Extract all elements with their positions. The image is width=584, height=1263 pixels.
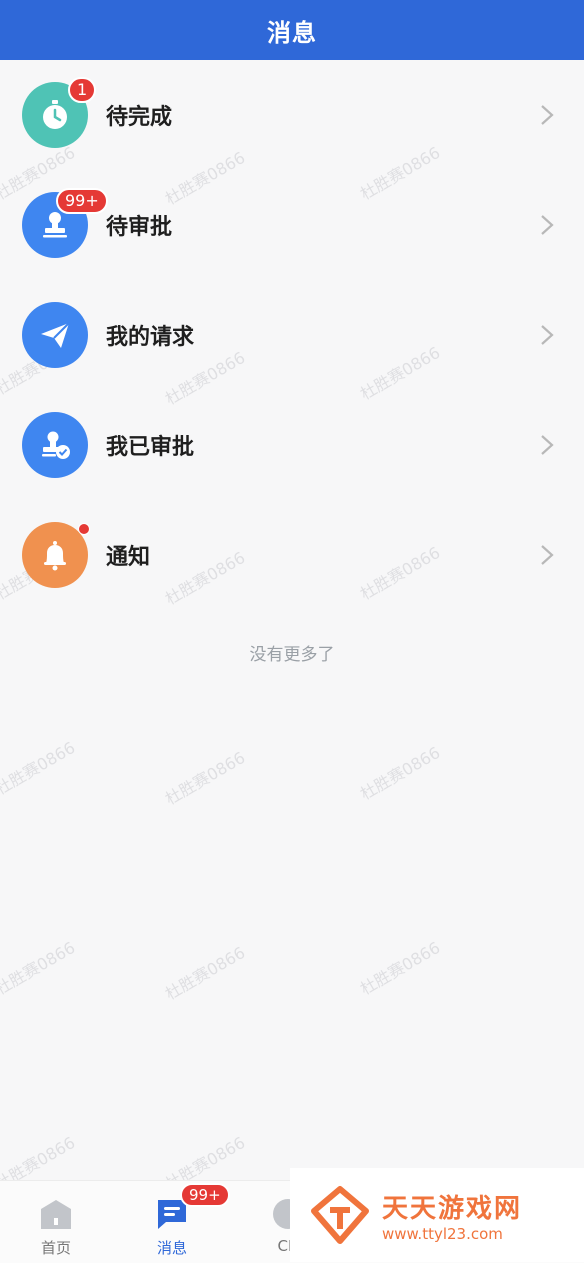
tab-messages[interactable]: 99+ 消息 [122,1181,230,1263]
site-logo-icon [310,1185,370,1245]
no-more-text: 没有更多了 [249,645,335,665]
tab-home[interactable]: 首页 [6,1181,106,1263]
chevron-right-icon [540,104,556,126]
item-label: 待完成 [106,105,173,130]
list-item-notifications[interactable]: 通知 [0,500,584,610]
watermark: 杜胜赛0866 [0,737,79,799]
chevron-right-icon [540,544,556,566]
watermark: 杜胜赛0866 [356,937,444,999]
tab-label: 首页 [40,1239,71,1257]
watermark: 杜胜赛0866 [0,937,79,999]
count-badge: 99+ [180,1183,230,1207]
site-url: www.ttyl23.com [382,1224,503,1243]
watermark: 杜胜赛0866 [161,942,249,1004]
stamp-check-icon [22,412,88,478]
count-badge: 1 [68,77,97,103]
top-navbar: 消息 [0,0,584,60]
page-title: 消息 [267,18,317,47]
site-watermark-banner: 天天游戏网 www.ttyl23.com [290,1168,584,1262]
list-item-my-requests[interactable]: 我的请求 [0,280,584,390]
item-label: 我的请求 [106,325,195,350]
message-category-list: 1 待完成 99+ 待审批 我的请求 我已审批 通知 [0,60,584,610]
list-item-to-approve[interactable]: 99+ 待审批 [0,170,584,280]
item-label: 我已审批 [106,435,195,460]
item-label: 待审批 [106,215,173,240]
item-label: 通知 [106,545,151,570]
chevron-right-icon [540,214,556,236]
list-item-pending[interactable]: 1 待完成 [0,60,584,170]
home-icon [39,1197,73,1231]
tab-label: 消息 [156,1239,187,1257]
watermark: 杜胜赛0866 [161,747,249,809]
list-item-approved[interactable]: 我已审批 [0,390,584,500]
watermark: 杜胜赛0866 [356,742,444,804]
chevron-right-icon [540,324,556,346]
site-brand-name: 天天游戏网 [382,1193,523,1224]
chevron-right-icon [540,434,556,456]
paper-plane-icon [22,302,88,368]
site-brand: 天天游戏网 www.ttyl23.com [382,1188,522,1243]
count-badge: 99+ [56,188,108,214]
unread-dot [78,523,90,535]
